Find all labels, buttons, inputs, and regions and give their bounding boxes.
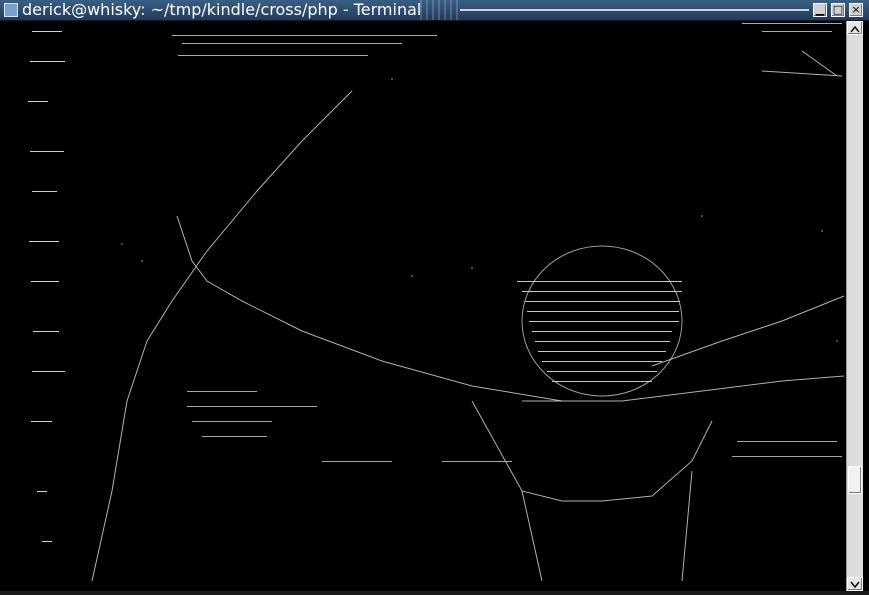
chevron-up-icon (850, 25, 860, 33)
close-button[interactable]: × (849, 3, 863, 17)
scroll-thumb[interactable] (848, 466, 862, 494)
fragments (187, 391, 842, 462)
maximize-icon: □ (832, 3, 844, 16)
scroll-up-button[interactable] (847, 21, 863, 35)
ascii-art-output (28, 23, 845, 582)
terminal-viewport[interactable] (2, 21, 845, 591)
sparse-dots (121, 78, 838, 342)
top-band (172, 23, 842, 56)
chevron-down-icon (850, 581, 860, 589)
terminal-window: derick@whisky: ~/tmp/kindle/cross/php - … (0, 0, 869, 595)
titlebar-decoration (420, 0, 460, 20)
vertical-scrollbar[interactable] (846, 21, 863, 591)
window-titlebar[interactable]: derick@whisky: ~/tmp/kindle/cross/php - … (0, 0, 869, 21)
minimize-button[interactable]: ▁ (813, 3, 827, 17)
ascii-character (517, 245, 683, 397)
close-icon: × (851, 3, 861, 16)
minimize-icon: ▁ (815, 3, 825, 16)
maximize-button[interactable]: □ (831, 3, 845, 17)
window-bottom-border (0, 591, 869, 595)
right-lines (471, 295, 845, 582)
left-noise (28, 31, 65, 542)
titlebar-stripe (460, 9, 809, 11)
scroll-down-button[interactable] (847, 577, 863, 591)
diagonal-lines (91, 50, 843, 582)
window-title: derick@whisky: ~/tmp/kindle/cross/php - … (22, 0, 422, 19)
window-menu-icon[interactable] (4, 3, 18, 17)
